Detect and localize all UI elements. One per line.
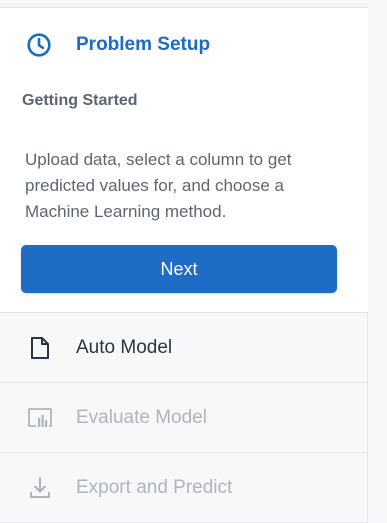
step-panel: Problem Setup Getting Started Upload dat… bbox=[0, 0, 368, 523]
step-description: Upload data, select a column to get pred… bbox=[25, 150, 292, 221]
step-export-predict[interactable]: Export and Predict bbox=[0, 453, 368, 523]
step-evaluate-model-label: Evaluate Model bbox=[76, 406, 207, 428]
next-button[interactable]: Next bbox=[21, 245, 337, 293]
active-step-header[interactable]: Problem Setup bbox=[26, 32, 210, 58]
step-auto-model[interactable]: Auto Model bbox=[0, 313, 368, 383]
step-auto-model-label: Auto Model bbox=[76, 336, 173, 358]
chart-icon bbox=[26, 404, 54, 432]
step-evaluate-model[interactable]: Evaluate Model bbox=[0, 383, 368, 453]
document-icon bbox=[26, 334, 54, 362]
step-export-predict-label: Export and Predict bbox=[76, 476, 233, 498]
download-icon bbox=[26, 474, 54, 502]
section-subtitle: Getting Started bbox=[22, 92, 138, 109]
panel-top-divider bbox=[0, 0, 368, 8]
active-step-title: Problem Setup bbox=[76, 34, 211, 55]
clock-icon bbox=[27, 33, 51, 57]
active-step-section: Problem Setup Getting Started Upload dat… bbox=[0, 8, 368, 313]
